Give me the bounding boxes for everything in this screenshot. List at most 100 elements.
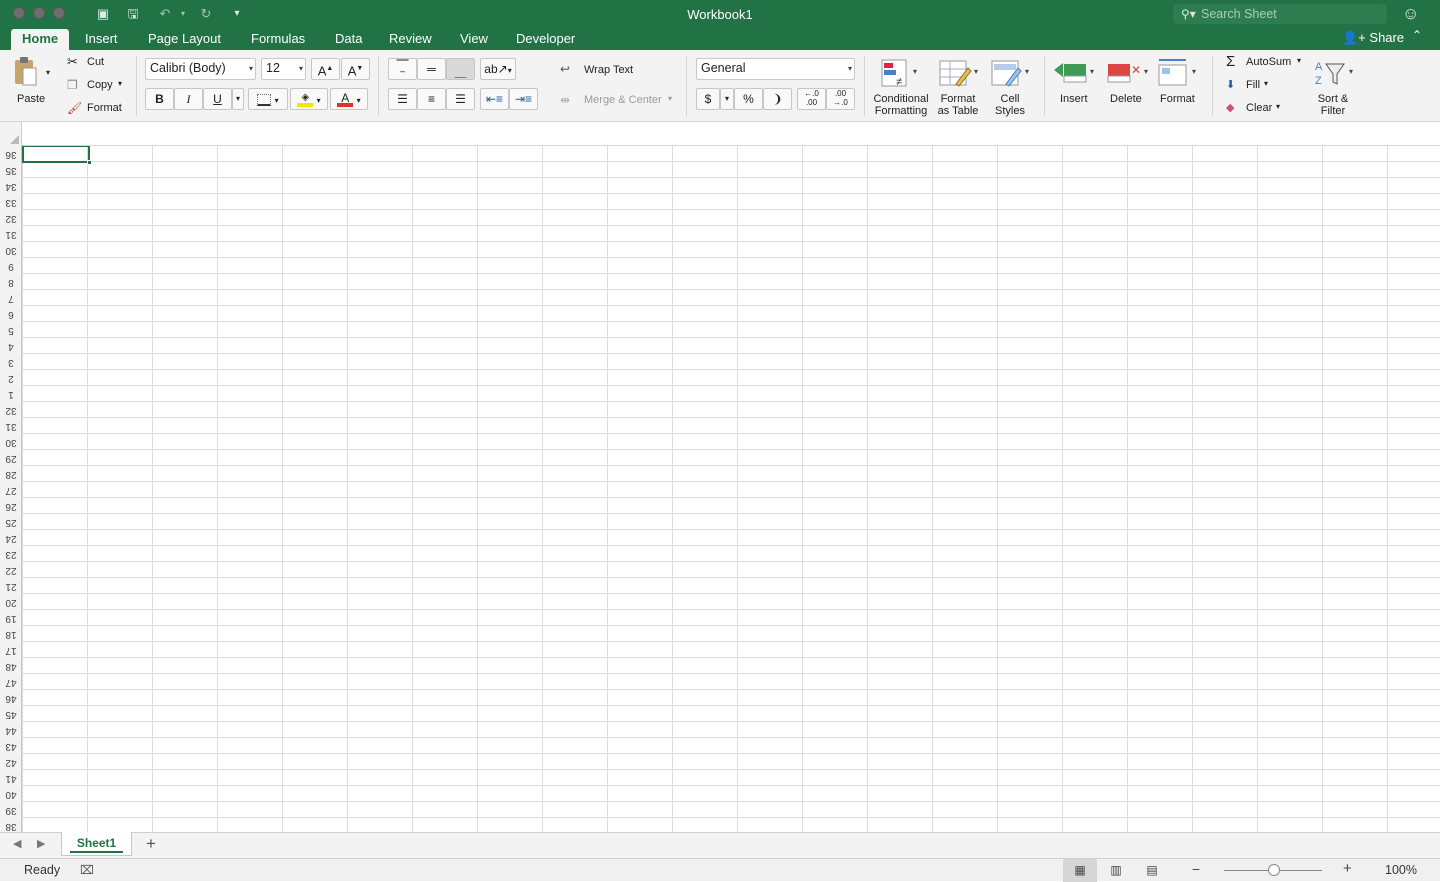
conditional-formatting-button[interactable]: ≠ ▾ — [880, 58, 917, 90]
row-header[interactable]: 2 — [0, 370, 22, 386]
decrease-indent-button[interactable]: ⇤≡ — [480, 88, 509, 110]
add-sheet-button[interactable]: + — [146, 834, 156, 854]
row-header[interactable]: 48 — [0, 658, 22, 674]
copy-dropdown-icon[interactable]: ▾ — [118, 79, 122, 88]
row-header[interactable]: 30 — [0, 434, 22, 450]
format-painter-icon[interactable]: 🖌 — [67, 101, 82, 115]
zoom-in-button[interactable]: + — [1343, 860, 1352, 877]
row-header[interactable]: 30 — [0, 242, 22, 258]
autosum-dropdown-icon[interactable]: ▾ — [1297, 56, 1301, 65]
sheet-tab[interactable]: Sheet1 — [61, 832, 132, 856]
fill-color-button[interactable]: ◈ ▾ — [290, 88, 328, 110]
percent-button[interactable]: % — [734, 88, 763, 110]
copy-icon[interactable]: ❐ — [67, 78, 78, 92]
align-left-button[interactable]: ☰ — [388, 88, 417, 110]
row-header[interactable]: 45 — [0, 706, 22, 722]
page-layout-view-button[interactable]: ▥ — [1099, 859, 1133, 882]
row-header[interactable]: 24 — [0, 530, 22, 546]
row-header[interactable]: 3 — [0, 354, 22, 370]
currency-button[interactable]: $ — [696, 88, 720, 110]
row-header[interactable]: 22 — [0, 562, 22, 578]
align-center-button[interactable]: ≡ — [417, 88, 446, 110]
tab-insert[interactable]: Insert — [77, 29, 126, 50]
cut-button[interactable]: Cut — [87, 56, 104, 68]
row-header[interactable]: 40 — [0, 786, 22, 802]
row-header[interactable]: 29 — [0, 450, 22, 466]
insert-cells-button[interactable]: ▾ — [1054, 58, 1098, 88]
row-header[interactable]: 21 — [0, 578, 22, 594]
underline-button[interactable]: U — [203, 88, 232, 110]
search-input[interactable]: ⚲▾ Search Sheet — [1173, 4, 1387, 24]
next-sheet-icon[interactable]: ▶ — [37, 837, 45, 850]
row-header[interactable]: 26 — [0, 498, 22, 514]
tab-home[interactable]: Home — [11, 29, 70, 50]
merge-dropdown-icon[interactable]: ▾ — [668, 94, 672, 103]
decrease-decimal-button[interactable]: .00 →.0 — [826, 88, 855, 110]
clear-dropdown-icon[interactable]: ▾ — [1276, 102, 1280, 111]
feedback-smiley-icon[interactable]: ☺ — [1402, 4, 1419, 24]
share-button[interactable]: 👤+ Share — [1342, 29, 1404, 50]
row-header[interactable]: 19 — [0, 610, 22, 626]
underline-dropdown-icon[interactable]: ▾ — [232, 88, 244, 110]
wrap-text-button[interactable]: Wrap Text — [584, 64, 633, 76]
increase-decimal-button[interactable]: ←.0.00 — [797, 88, 826, 110]
align-middle-button[interactable]: ═ — [417, 58, 446, 80]
row-header[interactable]: 34 — [0, 178, 22, 194]
row-header[interactable]: 20 — [0, 594, 22, 610]
row-header[interactable]: 46 — [0, 690, 22, 706]
row-header[interactable]: 32 — [0, 402, 22, 418]
cell-gridlines[interactable] — [22, 146, 1440, 832]
merge-center-button[interactable]: Merge & Center — [584, 94, 662, 106]
align-right-button[interactable]: ☰ — [446, 88, 475, 110]
row-header[interactable]: 8 — [0, 274, 22, 290]
row-header[interactable]: 31 — [0, 418, 22, 434]
row-header[interactable]: 33 — [0, 194, 22, 210]
decrease-font-size-button[interactable]: A▼ — [341, 58, 370, 80]
row-header[interactable]: 25 — [0, 514, 22, 530]
row-header[interactable]: 1 — [0, 386, 22, 402]
zoom-out-button[interactable]: − — [1192, 861, 1200, 877]
row-header[interactable]: 4 — [0, 338, 22, 354]
increase-indent-button[interactable]: ⇥≡ — [509, 88, 538, 110]
row-header[interactable]: 27 — [0, 482, 22, 498]
row-header[interactable]: 31 — [0, 226, 22, 242]
align-top-button[interactable]: ⎺ ‾ — [388, 58, 417, 83]
worksheet-grid[interactable]: 36 35 34 33 32 31 30 9 8 7 6 5 4 3 2 1 32 31 30 29 28 27 26 25 2… — [0, 146, 1440, 832]
row-header[interactable]: 41 — [0, 770, 22, 786]
align-bottom-button[interactable]: ＿ — [446, 58, 475, 80]
row-header[interactable]: 5 — [0, 322, 22, 338]
tab-review[interactable]: Review — [381, 29, 440, 50]
previous-sheet-icon[interactable]: ◀ — [13, 837, 21, 850]
comma-style-button[interactable]: ❩ — [763, 88, 792, 110]
row-header[interactable]: 44 — [0, 722, 22, 738]
font-name-select[interactable]: Calibri (Body) ▾ — [145, 58, 256, 80]
macro-record-icon[interactable]: ⌧ — [80, 863, 94, 877]
row-header[interactable]: 18 — [0, 626, 22, 642]
paste-button[interactable] — [12, 56, 42, 88]
selected-cell[interactable] — [22, 146, 92, 165]
format-as-table-button[interactable]: ▾ — [938, 58, 978, 90]
row-headers[interactable]: 36 35 34 33 32 31 30 9 8 7 6 5 4 3 2 1 32 31 30 29 28 27 26 25 2… — [0, 146, 22, 832]
font-size-select[interactable]: 12 ▾ — [261, 58, 306, 80]
copy-button[interactable]: Copy — [87, 79, 113, 91]
italic-button[interactable]: I — [174, 88, 203, 110]
fill-handle[interactable] — [87, 160, 92, 165]
orientation-button[interactable]: ab↗▾ — [480, 58, 516, 80]
row-header[interactable]: 39 — [0, 802, 22, 818]
row-header[interactable]: 23 — [0, 546, 22, 562]
row-header[interactable]: 47 — [0, 674, 22, 690]
row-header[interactable]: 17 — [0, 642, 22, 658]
fill-button[interactable]: Fill — [1246, 79, 1260, 91]
normal-view-button[interactable]: ▦ — [1063, 859, 1097, 882]
page-break-view-button[interactable]: ▤ — [1135, 859, 1169, 882]
fill-dropdown-icon[interactable]: ▾ — [1264, 79, 1268, 88]
scissors-icon[interactable]: ✂ — [67, 54, 78, 70]
row-header[interactable]: 6 — [0, 306, 22, 322]
row-header[interactable]: 38 — [0, 818, 22, 832]
increase-font-size-button[interactable]: A▲ — [311, 58, 340, 80]
zoom-slider-handle[interactable] — [1268, 864, 1280, 876]
format-painter-button[interactable]: Format — [87, 102, 122, 114]
currency-dropdown-icon[interactable]: ▾ — [720, 88, 734, 110]
tab-developer[interactable]: Developer — [508, 29, 583, 50]
row-header[interactable]: 9 — [0, 258, 22, 274]
